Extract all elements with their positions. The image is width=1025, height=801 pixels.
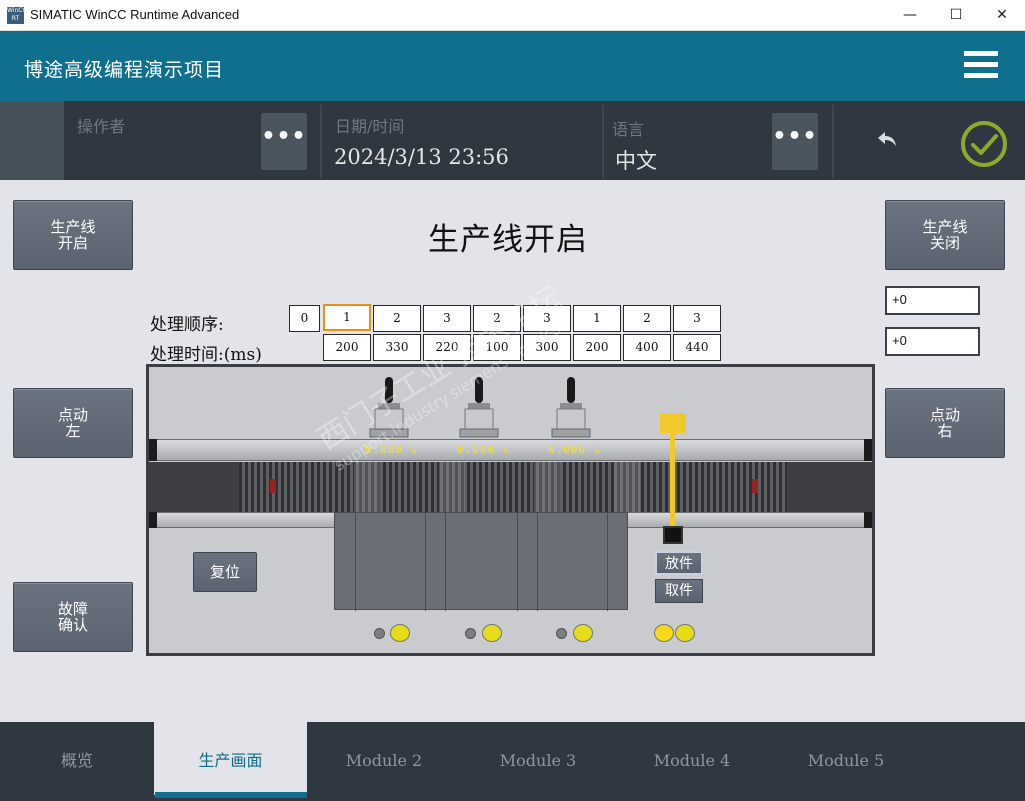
status-led [654,624,674,642]
sequence-cell[interactable]: 1 [573,305,621,332]
sequence-cell[interactable]: 2 [373,305,421,332]
tab-overview[interactable]: 概览 [0,722,154,795]
app-header: 博途高级编程演示项目 [0,31,1025,101]
belt-track [239,462,787,512]
time-cell[interactable]: 200 [323,334,371,361]
base-separator [517,513,518,611]
line-stop-button[interactable]: 生产线 关闭 [885,200,1005,270]
status-led [675,624,695,642]
line-start-button[interactable]: 生产线 开启 [13,200,133,270]
reset-button[interactable]: 复位 [193,552,257,592]
base-separator [607,513,608,611]
numeric-field[interactable]: +0 [885,286,980,315]
tab-production[interactable]: 生产画面 [154,722,307,795]
sequence-cell[interactable]: 1 [323,304,371,331]
window-title: SIMATIC WinCC Runtime Advanced [30,7,240,22]
status-led [482,624,502,642]
divider [320,105,322,178]
datetime-value: 2024/3/13 23:56 [334,145,509,169]
info-bar [0,101,1025,180]
tab-module-5[interactable]: Module 5 [769,722,923,795]
screen-title: 生产线开启 [428,222,588,258]
sequence-label: 处理顺序: [150,315,224,335]
operator-label: 操作者 [77,117,126,136]
station-base [334,512,628,611]
belt-pillar [439,462,465,512]
time-cell[interactable]: 330 [373,334,421,361]
tab-module-4[interactable]: Module 4 [615,722,769,795]
production-line-panel: 0.000 s 0.000 s 0.000 s 复位 放件 取件 [146,364,875,656]
belt-pillar [534,462,560,512]
tab-module-2[interactable]: Module 2 [307,722,461,795]
station-timer: 0.000 s [548,443,602,456]
sequence-cell[interactable]: 3 [673,305,721,332]
rail-end [864,439,872,461]
sequence-cell[interactable]: 2 [473,305,521,332]
time-cell[interactable]: 220 [423,334,471,361]
base-separator [445,513,446,611]
rail-end [149,512,157,528]
info-bar-left-block [0,101,64,180]
datetime-label: 日期/时间 [335,117,405,136]
numeric-field[interactable]: +0 [885,327,980,356]
gripper-head [660,413,686,433]
divider [832,105,834,178]
place-button[interactable]: 放件 [655,551,703,575]
belt-stop-marker [752,479,758,493]
language-value: 中文 [615,149,657,173]
upper-rail [149,439,872,461]
status-led [573,624,593,642]
belt-pillar [614,462,640,512]
station-timer: 0.000 s [457,443,511,456]
checkmark-icon[interactable] [959,119,1009,169]
status-led [465,628,476,639]
close-button[interactable]: ✕ [979,0,1025,31]
belt-pillar [354,462,380,512]
fault-acknowledge-button[interactable]: 故障 确认 [13,582,133,652]
base-separator [537,513,538,611]
operator-more-button[interactable]: ••• [261,113,307,170]
menu-icon[interactable] [964,51,998,81]
base-separator [425,513,426,611]
rail-end [149,439,157,461]
jog-right-button[interactable]: 点动 右 [885,388,1005,458]
back-arrow-icon[interactable] [876,128,898,150]
pick-button[interactable]: 取件 [655,579,703,603]
active-tab-indicator [155,792,307,798]
station-timer: 0.000 s [365,443,419,456]
belt-stop-marker [270,479,276,493]
gripper-claw [663,526,683,544]
sequence-index-cell[interactable]: 0 [289,305,320,332]
base-separator [355,513,356,611]
drill-station-icon [369,377,409,438]
time-label: 处理时间:(ms) [150,345,262,365]
time-cell[interactable]: 300 [523,334,571,361]
gripper-arm [670,433,675,529]
sequence-cell[interactable]: 3 [423,305,471,332]
tab-module-3[interactable]: Module 3 [461,722,615,795]
conveyor-belt [149,462,872,512]
time-cell[interactable]: 100 [473,334,521,361]
maximize-button[interactable]: ☐ [933,0,979,31]
time-cell[interactable]: 440 [673,334,721,361]
minimize-button[interactable]: — [887,0,933,31]
wincc-app-icon: WinCC RT [7,7,27,24]
rail-end [864,512,872,528]
time-cell[interactable]: 400 [623,334,671,361]
divider [602,105,604,178]
drill-station-icon [551,377,591,438]
sequence-cell[interactable]: 2 [623,305,671,332]
status-led [390,624,410,642]
jog-left-button[interactable]: 点动 左 [13,388,133,458]
sequence-cell[interactable]: 3 [523,305,571,332]
language-more-button[interactable]: ••• [772,113,818,170]
language-label: 语言 [612,120,645,139]
status-led [374,628,385,639]
drill-station-icon [459,377,499,438]
time-cell[interactable]: 200 [573,334,621,361]
project-title: 博途高级编程演示项目 [24,59,225,81]
window-titlebar: WinCC RT SIMATIC WinCC Runtime Advanced … [0,0,1025,31]
status-led [556,628,567,639]
